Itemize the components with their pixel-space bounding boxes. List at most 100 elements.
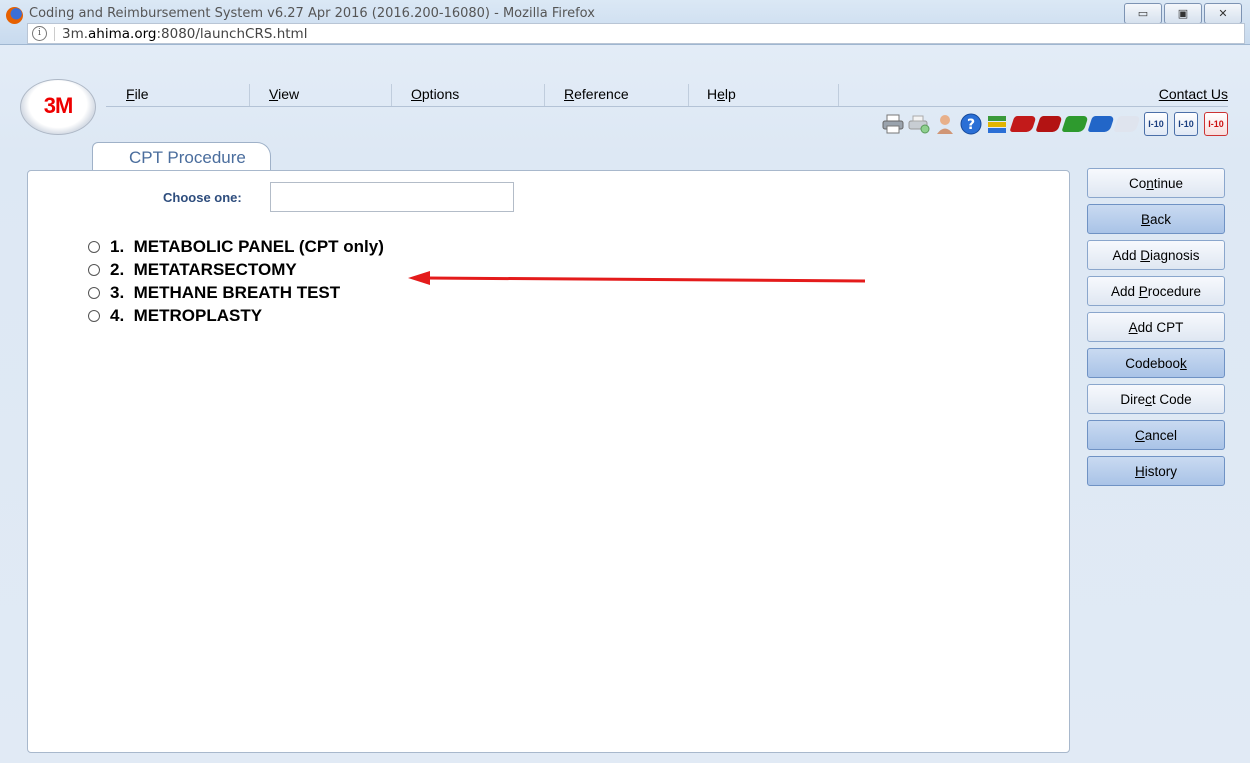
- maximize-icon: ▣: [1177, 8, 1189, 20]
- tab-cpt-procedure[interactable]: CPT Procedure: [92, 142, 271, 173]
- continue-button[interactable]: Co n tinue: [1087, 168, 1225, 198]
- procedure-panel: Choose one: 1. METABOLIC PANEL (CPT only…: [27, 170, 1070, 753]
- menu-reference[interactable]: Reference: [564, 86, 629, 106]
- menu-divider: [688, 84, 689, 106]
- radio-button[interactable]: [88, 240, 100, 253]
- menu-help-pre: H: [707, 86, 718, 102]
- menu-divider: [249, 84, 250, 106]
- procedure-option[interactable]: 1. METABOLIC PANEL (CPT only): [88, 235, 384, 258]
- icd10-button[interactable]: I-10: [1144, 112, 1168, 136]
- btn-text: dd CPT: [1137, 319, 1184, 335]
- user-icon[interactable]: [934, 113, 956, 135]
- url-divider: [54, 26, 55, 41]
- contact-us-link[interactable]: Contact Us: [1159, 86, 1228, 102]
- printer-icon[interactable]: [882, 113, 904, 135]
- icd10-book-icon[interactable]: [1035, 113, 1063, 135]
- menu-file-key: F: [126, 86, 135, 102]
- history-button[interactable]: History: [1087, 456, 1225, 486]
- svg-text:?: ?: [967, 117, 975, 133]
- btn-key: n: [1146, 175, 1154, 191]
- toolbar: ? I-10 I-10 I-10: [878, 110, 1228, 138]
- icd10-pcs-button[interactable]: I-10: [1204, 112, 1228, 136]
- btn-text: Co: [1128, 175, 1147, 191]
- menu-file-rest: ile: [134, 86, 149, 102]
- info-icon[interactable]: i: [32, 26, 47, 41]
- cancel-button[interactable]: Cancel: [1087, 420, 1225, 450]
- menu-options[interactable]: Options: [411, 86, 459, 106]
- radio-button[interactable]: [88, 309, 100, 322]
- btn-text: rocedure: [1147, 283, 1202, 299]
- logo-text: 3M: [43, 93, 74, 118]
- btn-key: H: [1134, 463, 1145, 479]
- print-preview-icon[interactable]: [908, 113, 930, 135]
- menu-help[interactable]: Help: [707, 86, 736, 106]
- menu-options-key: O: [411, 86, 422, 102]
- btn-text: Codeboo: [1125, 355, 1181, 371]
- procedure-options-list: 1. METABOLIC PANEL (CPT only) 2. METATAR…: [88, 235, 384, 327]
- poa-icon[interactable]: [1113, 113, 1141, 135]
- url-prefix: 3m.: [62, 25, 89, 42]
- btn-key: C: [1134, 427, 1145, 443]
- action-buttons: Co n tinue Back Add Diagnosis Add Procedur…: [1087, 168, 1225, 492]
- codebook-button[interactable]: Codeboo k: [1087, 348, 1225, 378]
- menu-reference-rest: eference: [574, 86, 629, 102]
- btn-text: t Code: [1151, 391, 1192, 407]
- menu-reference-key: R: [564, 86, 575, 102]
- menu-divider: [391, 84, 392, 106]
- btn-text: tinue: [1153, 175, 1184, 191]
- menu-options-rest: ptions: [421, 86, 460, 102]
- url-path: :8080/launchCRS.html: [156, 25, 308, 42]
- menu-bar: File View Options Reference Help Contact…: [106, 84, 1228, 107]
- btn-key: D: [1140, 247, 1150, 263]
- menu-view-rest: iew: [278, 86, 300, 102]
- add-cpt-button[interactable]: Add CPT: [1087, 312, 1225, 342]
- url-bar[interactable]: i 3m. ahima.org:8080/launchCRS.html: [27, 23, 1245, 44]
- window-titlebar: Coding and Reimbursement System v6.27 Ap…: [0, 0, 1250, 45]
- help-icon[interactable]: ?: [960, 113, 982, 135]
- btn-key: P: [1138, 283, 1148, 299]
- radio-button[interactable]: [88, 263, 100, 276]
- app-area: 3M File View Options Reference Help Cont…: [0, 45, 1250, 763]
- btn-text: ack: [1150, 211, 1172, 227]
- procedure-option[interactable]: 4. METROPLASTY: [88, 304, 384, 327]
- blue-book-icon[interactable]: [1087, 113, 1115, 135]
- radio-button[interactable]: [88, 286, 100, 299]
- option-label: 2. METATARSECTOMY: [110, 259, 297, 279]
- option-label: 4. METROPLASTY: [110, 305, 263, 325]
- minimize-button[interactable]: ▭: [1124, 3, 1162, 24]
- url-host: ahima.org: [88, 25, 157, 42]
- back-button[interactable]: Back: [1087, 204, 1225, 234]
- close-button[interactable]: ✕: [1204, 3, 1242, 24]
- btn-key: c: [1145, 391, 1152, 407]
- btn-key: A: [1128, 319, 1138, 335]
- btn-key: B: [1140, 211, 1150, 227]
- menu-divider: [838, 84, 839, 106]
- menu-view-key: V: [269, 86, 279, 102]
- choose-one-input[interactable]: [270, 182, 514, 212]
- menu-view[interactable]: View: [269, 86, 299, 106]
- dx-book-icon[interactable]: [1009, 113, 1037, 135]
- btn-text: Add: [1112, 247, 1141, 263]
- maximize-button[interactable]: ▣: [1164, 3, 1202, 24]
- option-label: 3. METHANE BREATH TEST: [110, 282, 341, 302]
- add-diagnosis-button[interactable]: Add Diagnosis: [1087, 240, 1225, 270]
- window-title: Coding and Reimbursement System v6.27 Ap…: [29, 6, 595, 21]
- annotation-arrow: [408, 271, 866, 285]
- books-icon[interactable]: [986, 113, 1008, 135]
- procedure-option[interactable]: 2. METATARSECTOMY: [88, 258, 384, 281]
- 3m-logo: 3M: [20, 79, 96, 135]
- add-procedure-button[interactable]: Add Procedure: [1087, 276, 1225, 306]
- btn-key: k: [1180, 355, 1187, 371]
- green-book-icon[interactable]: [1061, 113, 1089, 135]
- procedure-option[interactable]: 3. METHANE BREATH TEST: [88, 281, 384, 304]
- window-controls: ▭ ▣ ✕: [1122, 3, 1242, 24]
- firefox-icon: [6, 7, 23, 24]
- direct-code-button[interactable]: Dire c t Code: [1087, 384, 1225, 414]
- icd10-search-button[interactable]: I-10: [1174, 112, 1198, 136]
- btn-text: Dire: [1120, 391, 1146, 407]
- close-icon: ✕: [1218, 8, 1228, 20]
- menu-file[interactable]: File: [126, 86, 149, 106]
- btn-text: Add: [1110, 283, 1139, 299]
- btn-text: istory: [1144, 463, 1177, 479]
- minimize-icon: ▭: [1137, 8, 1149, 20]
